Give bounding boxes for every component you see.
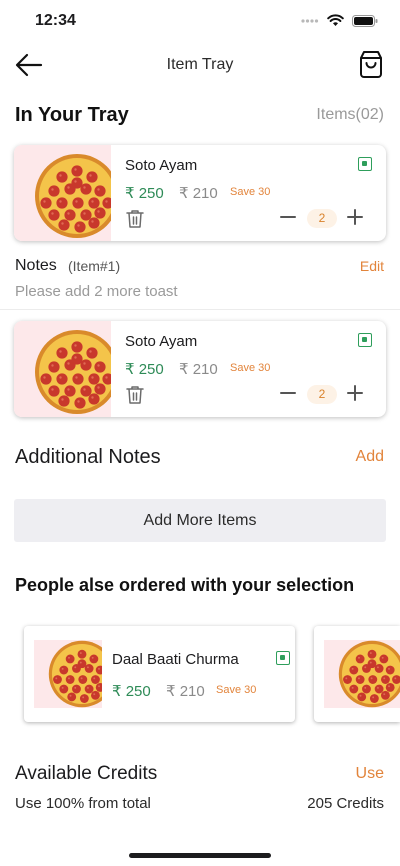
notes-label: Notes [15,257,57,274]
suggestion-price: ₹ 250 [112,683,151,700]
suggestion-card-partial[interactable] [314,626,400,722]
veg-indicator-icon [276,651,290,665]
additional-notes-title: Additional Notes [15,446,161,468]
notes-text: Please add 2 more toast [15,283,178,300]
wifi-icon [327,14,344,26]
suggestion-image [34,640,102,708]
add-more-items-button[interactable]: Add More Items [14,499,386,542]
shopping-bag-icon[interactable] [358,49,384,79]
divider [0,309,400,310]
suggestions-title: People alse ordered with your selection [15,575,355,595]
minus-icon[interactable] [278,207,298,227]
credits-title: Available Credits [15,763,158,784]
notes-item-ref: (Item#1) [68,258,121,274]
plus-icon[interactable] [345,383,365,403]
battery-icon [352,14,378,27]
item-name: Soto Ayam [125,333,198,350]
item-save: Save 30 [230,186,271,198]
suggestion-image [324,640,400,708]
credits-use-link[interactable]: Use [356,765,384,783]
signal-icon [301,18,319,23]
home-indicator [129,853,271,858]
minus-icon[interactable] [278,383,298,403]
nav-bar: Item Tray [0,44,400,88]
trash-icon[interactable] [126,385,144,405]
suggestion-old-price: ₹ 210 [166,683,205,700]
pizza-image [338,640,400,708]
credits-subtitle: Use 100% from total [15,795,151,812]
item-price: ₹ 250 [125,185,164,202]
tray-item-card: Soto Ayam ₹ 250 ₹ 210 Save 30 2 [14,321,386,417]
item-old-price: ₹ 210 [179,361,218,378]
trash-icon[interactable] [126,209,144,229]
veg-indicator-icon [358,333,372,347]
item-price: ₹ 250 [125,361,164,378]
tray-count: Items(02) [316,106,384,123]
quantity-value: 2 [307,209,337,228]
credits-value: 205 Credits [307,795,384,812]
pizza-image [48,640,102,708]
notes-edit-link[interactable]: Edit [360,258,384,274]
quantity-value: 2 [307,385,337,404]
item-save: Save 30 [230,362,271,374]
status-bar: 12:34 [0,0,400,44]
plus-icon[interactable] [345,207,365,227]
pizza-image [35,330,111,414]
suggestion-save: Save 30 [216,684,257,696]
status-icons [301,14,378,27]
status-time: 12:34 [35,12,76,29]
page-title: Item Tray [166,56,234,73]
add-notes-link[interactable]: Add [356,448,384,466]
suggestion-card[interactable]: Daal Baati Churma ₹ 250 ₹ 210 Save 30 [24,626,295,722]
tray-item-card: Soto Ayam ₹ 250 ₹ 210 Save 30 2 [14,145,386,241]
item-image [14,145,111,241]
item-name: Soto Ayam [125,157,198,174]
item-old-price: ₹ 210 [179,185,218,202]
pizza-image [35,154,111,238]
suggestion-name: Daal Baati Churma [112,651,239,668]
item-image [14,321,111,417]
veg-indicator-icon [358,157,372,171]
tray-title: In Your Tray [15,104,129,126]
